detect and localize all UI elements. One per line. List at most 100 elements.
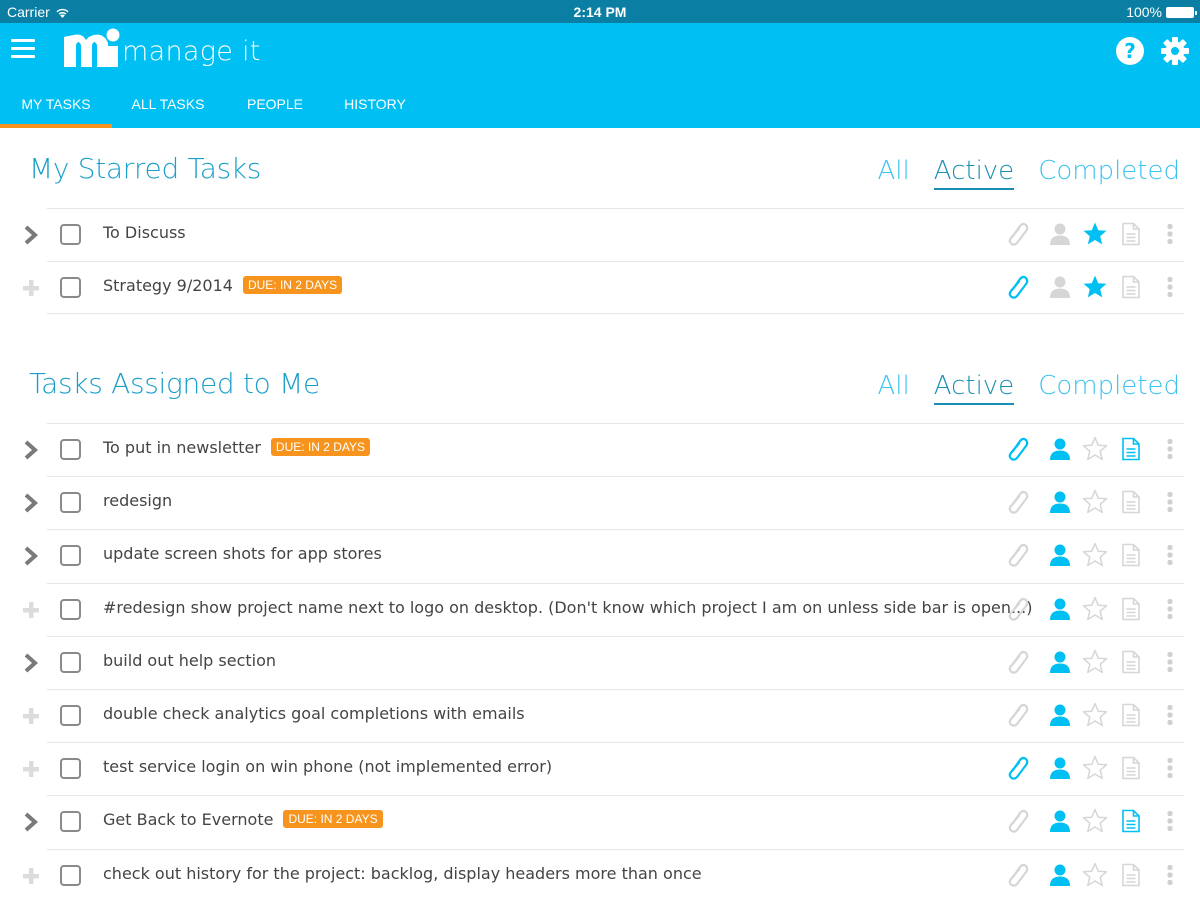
star-icon[interactable] [1082, 221, 1108, 247]
more-vertical-icon[interactable] [1158, 649, 1184, 675]
star-icon[interactable] [1082, 755, 1108, 781]
person-icon[interactable] [1047, 755, 1073, 781]
task-checkbox[interactable] [60, 811, 81, 833]
chevron-right-icon[interactable] [20, 439, 42, 461]
task-title[interactable]: test service login on win phone (not imp… [103, 757, 552, 776]
chevron-right-icon[interactable] [20, 224, 42, 246]
more-vertical-icon[interactable] [1158, 702, 1184, 728]
more-vertical-icon[interactable] [1158, 755, 1184, 781]
task-checkbox[interactable] [60, 758, 81, 780]
note-icon[interactable] [1118, 489, 1144, 515]
star-icon[interactable] [1082, 274, 1108, 300]
person-icon[interactable] [1047, 649, 1073, 675]
task-title[interactable]: Strategy 9/2014 DUE: IN 2 DAYS [103, 276, 343, 295]
star-icon[interactable] [1082, 542, 1108, 568]
chevron-right-icon[interactable] [20, 811, 42, 833]
task-title[interactable]: check out history for the project: backl… [103, 864, 702, 883]
filter-active[interactable]: Active [933, 371, 1015, 405]
tab-my-tasks[interactable]: MY TASKS [0, 89, 112, 128]
star-icon[interactable] [1082, 808, 1108, 834]
more-vertical-icon[interactable] [1158, 489, 1184, 515]
task-checkbox[interactable] [60, 277, 81, 299]
task-title[interactable]: build out help section [103, 651, 276, 670]
note-icon[interactable] [1118, 274, 1144, 300]
star-icon[interactable] [1082, 862, 1108, 888]
note-icon[interactable] [1118, 808, 1144, 834]
tab-history[interactable]: HISTORY [326, 89, 424, 128]
more-vertical-icon[interactable] [1158, 436, 1184, 462]
star-icon[interactable] [1082, 489, 1108, 515]
task-checkbox[interactable] [60, 224, 81, 245]
filter-completed[interactable]: Completed [1038, 156, 1180, 190]
plus-icon[interactable] [20, 705, 42, 727]
more-vertical-icon[interactable] [1158, 274, 1184, 300]
star-icon[interactable] [1082, 649, 1108, 675]
note-icon[interactable] [1118, 436, 1144, 462]
more-vertical-icon[interactable] [1158, 596, 1184, 622]
star-icon[interactable] [1082, 702, 1108, 728]
filter-completed[interactable]: Completed [1038, 371, 1180, 405]
person-icon[interactable] [1047, 702, 1073, 728]
hamburger-menu-icon[interactable] [11, 39, 35, 61]
task-checkbox[interactable] [60, 651, 81, 673]
paperclip-icon[interactable] [1005, 436, 1031, 462]
chevron-right-icon[interactable] [20, 545, 42, 567]
help-icon[interactable]: ? [1116, 37, 1144, 65]
paperclip-icon[interactable] [1005, 862, 1031, 888]
paperclip-icon[interactable] [1005, 702, 1031, 728]
task-checkbox[interactable] [60, 705, 81, 726]
star-icon[interactable] [1082, 436, 1108, 462]
task-checkbox[interactable] [60, 545, 81, 567]
task-checkbox[interactable] [60, 492, 81, 514]
more-vertical-icon[interactable] [1158, 808, 1184, 834]
person-icon[interactable] [1047, 542, 1073, 568]
person-icon[interactable] [1047, 596, 1073, 622]
paperclip-icon[interactable] [1005, 808, 1031, 834]
note-icon[interactable] [1118, 221, 1144, 247]
paperclip-icon[interactable] [1005, 489, 1031, 515]
task-title[interactable]: To put in newsletter DUE: IN 2 DAYS [103, 438, 371, 457]
tab-people[interactable]: PEOPLE [224, 89, 326, 128]
plus-icon[interactable] [20, 758, 42, 780]
task-checkbox[interactable] [60, 864, 81, 886]
star-icon[interactable] [1082, 596, 1108, 622]
more-vertical-icon[interactable] [1158, 221, 1184, 247]
paperclip-icon[interactable] [1005, 596, 1031, 622]
task-checkbox[interactable] [60, 439, 81, 460]
gear-icon[interactable] [1160, 36, 1190, 66]
note-icon[interactable] [1118, 542, 1144, 568]
person-icon[interactable] [1047, 808, 1073, 834]
more-vertical-icon[interactable] [1158, 542, 1184, 568]
task-title[interactable]: update screen shots for app stores [103, 544, 382, 563]
filter-all[interactable]: All [878, 156, 910, 190]
task-title[interactable]: #redesign show project name next to logo… [103, 598, 1032, 617]
note-icon[interactable] [1118, 649, 1144, 675]
paperclip-icon[interactable] [1005, 542, 1031, 568]
paperclip-icon[interactable] [1005, 221, 1031, 247]
note-icon[interactable] [1118, 862, 1144, 888]
task-title[interactable]: redesign [103, 491, 172, 510]
chevron-right-icon[interactable] [20, 492, 42, 514]
tab-all-tasks[interactable]: ALL TASKS [112, 89, 224, 128]
plus-icon[interactable] [20, 865, 42, 887]
paperclip-icon[interactable] [1005, 274, 1031, 300]
person-icon[interactable] [1047, 221, 1073, 247]
filter-all[interactable]: All [878, 371, 910, 405]
person-icon[interactable] [1047, 489, 1073, 515]
task-title[interactable]: To Discuss [103, 223, 186, 242]
note-icon[interactable] [1118, 702, 1144, 728]
plus-icon[interactable] [20, 277, 42, 299]
plus-icon[interactable] [20, 599, 42, 621]
task-title[interactable]: double check analytics goal completions … [103, 704, 525, 723]
filter-active[interactable]: Active [933, 156, 1015, 190]
task-title[interactable]: Get Back to Evernote DUE: IN 2 DAYS [103, 810, 383, 829]
chevron-right-icon[interactable] [20, 652, 42, 674]
note-icon[interactable] [1118, 596, 1144, 622]
person-icon[interactable] [1047, 436, 1073, 462]
more-vertical-icon[interactable] [1158, 862, 1184, 888]
person-icon[interactable] [1047, 274, 1073, 300]
paperclip-icon[interactable] [1005, 649, 1031, 675]
paperclip-icon[interactable] [1005, 755, 1031, 781]
task-checkbox[interactable] [60, 598, 81, 620]
person-icon[interactable] [1047, 862, 1073, 888]
